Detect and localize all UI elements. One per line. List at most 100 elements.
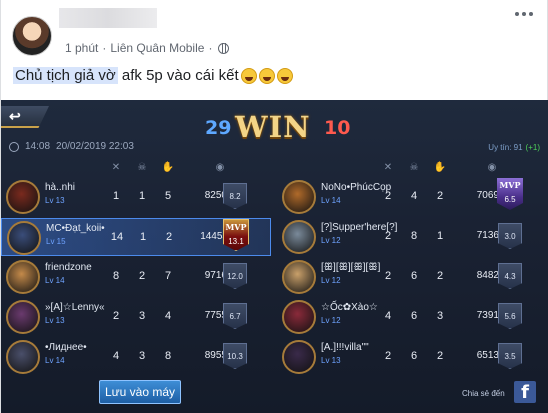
player-row[interactable]: hà..nhi Lv 13 1 1 5 8250 8.2 bbox=[1, 178, 271, 216]
back-button[interactable]: ↩ bbox=[1, 106, 49, 128]
player-level: Lv 12 bbox=[321, 276, 341, 285]
caption-highlight[interactable]: Chủ tịch giả vờ bbox=[13, 67, 118, 84]
deaths-value: 3 bbox=[138, 350, 146, 362]
post-caption: Chủ tịch giả vờ afk 5p vào cái kết bbox=[13, 67, 293, 84]
player-row[interactable]: •Лиднее• Lv 14 4 3 8 8955 10.3 bbox=[1, 338, 271, 376]
deaths-value: 3 bbox=[138, 310, 146, 322]
deaths-value: 8 bbox=[410, 230, 418, 242]
player-name: friendzone bbox=[45, 262, 92, 273]
hero-portrait[interactable] bbox=[282, 340, 316, 374]
deaths-value: 6 bbox=[410, 350, 418, 362]
match-datetime: 20/02/2019 22:03 bbox=[56, 141, 134, 152]
assists-icon: ✋ bbox=[433, 162, 447, 173]
share-label: Chia sẻ đến bbox=[462, 389, 505, 398]
match-result-screenshot[interactable]: ↩ 29 WIN 10 14:08 20/02/2019 22:03 Uy tí… bbox=[1, 100, 548, 413]
hero-portrait[interactable] bbox=[6, 260, 40, 294]
save-to-device-button[interactable]: Lưu vào máy bbox=[99, 380, 181, 404]
assists-value: 8 bbox=[164, 350, 172, 362]
blue-team-score: 29 bbox=[205, 117, 232, 139]
player-rating: 6.7 bbox=[229, 312, 241, 321]
post-meta: 1 phút · Liên Quân Mobile · bbox=[65, 41, 230, 55]
player-level: Lv 12 bbox=[321, 236, 341, 245]
clock-icon bbox=[9, 141, 19, 152]
hero-portrait[interactable] bbox=[282, 260, 316, 294]
rating-badge[interactable]: 10.3 bbox=[223, 343, 247, 369]
deaths-value: 2 bbox=[138, 270, 146, 282]
mvp-label: MVP bbox=[225, 222, 247, 232]
rating-badge[interactable]: 6.7 bbox=[223, 303, 247, 329]
rating-badge[interactable]: 3.5 bbox=[498, 343, 522, 369]
mvp-badge[interactable]: MVP 6.5 bbox=[497, 178, 523, 210]
player-row[interactable]: MC•Đạt_koii• Lv 15 14 1 2 14453 MVP 13.1 bbox=[1, 218, 271, 256]
facebook-post: 1 phút · Liên Quân Mobile · Chủ tịch giả… bbox=[0, 0, 548, 413]
assists-value: 2 bbox=[436, 350, 444, 362]
hero-portrait[interactable] bbox=[282, 300, 316, 334]
blurred-author-name[interactable] bbox=[59, 8, 157, 28]
post-time[interactable]: 1 phút bbox=[65, 41, 98, 55]
meta-separator: · bbox=[208, 41, 213, 55]
gold-value: 7136 bbox=[476, 230, 499, 241]
player-row[interactable]: »[A]☆Lenny« Lv 13 2 3 4 7755 6.7 bbox=[1, 298, 271, 336]
kills-value: 2 bbox=[384, 270, 392, 282]
gold-value: 7755 bbox=[204, 310, 227, 321]
player-rating: 10.3 bbox=[227, 352, 243, 361]
player-row[interactable]: [ꕥ][ꕥ][ꕥ][ꕥ] Lv 12 2 6 2 8482 4.3 bbox=[277, 258, 547, 296]
kills-value: 2 bbox=[384, 350, 392, 362]
player-rating: 12.0 bbox=[227, 272, 243, 281]
deaths-icon: ☠ bbox=[409, 162, 419, 173]
gold-value: 9716 bbox=[204, 270, 227, 281]
rating-badge[interactable]: 12.0 bbox=[223, 263, 247, 289]
globe-icon[interactable] bbox=[218, 42, 230, 54]
player-level: Lv 12 bbox=[321, 316, 341, 325]
player-level: Lv 13 bbox=[45, 316, 65, 325]
player-row[interactable]: [A.]!!!villa"" Lv 13 2 6 2 6513 3.5 bbox=[277, 338, 547, 376]
player-name: ☆Ốc✿Xào☆ bbox=[321, 302, 378, 313]
hero-portrait[interactable] bbox=[6, 300, 40, 334]
gold-value: 8250 bbox=[204, 190, 227, 201]
gold-icon: ◉ bbox=[215, 162, 225, 173]
rating-badge[interactable]: 8.2 bbox=[223, 183, 247, 209]
mvp-badge[interactable]: MVP 13.1 bbox=[223, 219, 249, 251]
deaths-value: 6 bbox=[410, 270, 418, 282]
kills-value: 4 bbox=[384, 310, 392, 322]
gold-value: 8955 bbox=[204, 350, 227, 361]
assists-icon: ✋ bbox=[161, 162, 175, 173]
kills-value: 4 bbox=[112, 350, 120, 362]
hero-portrait[interactable] bbox=[282, 180, 316, 214]
match-duration: 14:08 bbox=[25, 141, 51, 152]
hero-portrait[interactable] bbox=[6, 340, 40, 374]
page-name[interactable]: Liên Quân Mobile bbox=[110, 41, 204, 55]
player-row[interactable]: NoNo•PhúcCọp Lv 14 2 4 2 7069 MVP 6.5 bbox=[277, 178, 547, 216]
player-row[interactable]: friendzone Lv 14 8 2 7 9716 12.0 bbox=[1, 258, 271, 296]
gold-value: 7069 bbox=[476, 190, 499, 201]
assists-value: 7 bbox=[164, 270, 172, 282]
hero-portrait[interactable] bbox=[7, 221, 41, 255]
player-name: [ꕥ][ꕥ][ꕥ][ꕥ] bbox=[321, 262, 381, 273]
player-row[interactable]: ☆Ốc✿Xào☆ Lv 12 4 6 3 7391 5.6 bbox=[277, 298, 547, 336]
gold-value: 8482 bbox=[476, 270, 499, 281]
player-rating: 5.6 bbox=[504, 312, 516, 321]
player-name: hà..nhi bbox=[45, 182, 76, 193]
more-options-icon[interactable] bbox=[515, 12, 533, 18]
gold-value: 14453 bbox=[200, 231, 228, 242]
rating-badge[interactable]: 3.0 bbox=[498, 223, 522, 249]
deaths-icon: ☠ bbox=[137, 162, 147, 173]
player-level: Lv 14 bbox=[45, 356, 65, 365]
kills-icon: ✕ bbox=[383, 162, 393, 173]
left-column-headers: ✕ ☠ ✋ ◉ bbox=[109, 162, 227, 176]
kills-value: 2 bbox=[112, 310, 120, 322]
deaths-value: 1 bbox=[138, 190, 146, 202]
hero-portrait[interactable] bbox=[6, 180, 40, 214]
assists-value: 3 bbox=[436, 310, 444, 322]
deaths-value: 4 bbox=[410, 190, 418, 202]
kills-value: 8 bbox=[112, 270, 120, 282]
gold-value: 6513 bbox=[476, 350, 499, 361]
hero-portrait[interactable] bbox=[282, 220, 316, 254]
avatar[interactable] bbox=[12, 16, 52, 56]
player-row[interactable]: [?]Sụpper'here[?] Lv 12 2 8 1 7136 3.0 bbox=[277, 218, 547, 256]
rating-badge[interactable]: 4.3 bbox=[498, 263, 522, 289]
win-banner: WIN bbox=[235, 110, 311, 144]
rating-badge[interactable]: 5.6 bbox=[498, 303, 522, 329]
player-name: MC•Đạt_koii• bbox=[46, 223, 105, 234]
facebook-share-icon[interactable]: f bbox=[514, 381, 536, 403]
